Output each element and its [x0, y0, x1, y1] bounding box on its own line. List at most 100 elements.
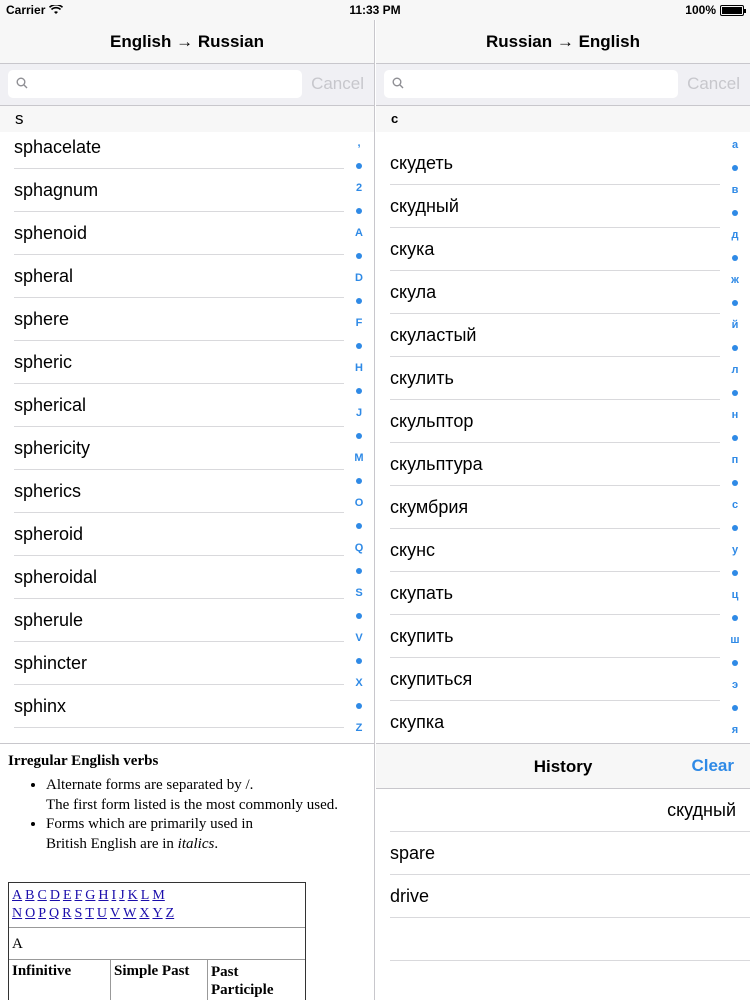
right-index-dot[interactable]	[720, 517, 750, 540]
right-index-letter[interactable]: я	[720, 719, 750, 742]
russian-word-row[interactable]: скупить	[376, 615, 750, 658]
russian-word-row[interactable]: скумбрия	[376, 486, 750, 529]
left-index-letter[interactable]: ,	[344, 132, 374, 155]
left-index-dot[interactable]	[344, 695, 374, 718]
left-section-index[interactable]: , 2 ADFHJMOQSVXZ	[344, 132, 374, 740]
letter-link[interactable]: I	[112, 888, 117, 903]
russian-word-row[interactable]: скульптура	[376, 443, 750, 486]
letter-link[interactable]: U	[97, 906, 107, 921]
left-index-dot[interactable]	[344, 650, 374, 673]
history-item[interactable]: скудный	[376, 789, 750, 832]
letter-link[interactable]: T	[85, 906, 94, 921]
right-index-dot[interactable]	[720, 472, 750, 495]
english-word-row[interactable]: spherics	[0, 470, 374, 513]
left-index-dot[interactable]	[344, 470, 374, 493]
right-index-letter[interactable]: у	[720, 539, 750, 562]
right-index-letter[interactable]: ш	[720, 629, 750, 652]
left-index-letter[interactable]: X	[344, 672, 374, 695]
letter-link[interactable]: F	[75, 888, 83, 903]
english-word-row[interactable]: spheroid	[0, 513, 374, 556]
russian-word-row[interactable]: скульптор	[376, 400, 750, 443]
english-word-row[interactable]: sphere	[0, 298, 374, 341]
left-index-letter[interactable]: M	[344, 447, 374, 470]
left-cancel-button[interactable]: Cancel	[311, 74, 364, 94]
english-word-row[interactable]: spherule	[0, 599, 374, 642]
russian-word-row[interactable]: скупка	[376, 701, 750, 743]
letter-link[interactable]: A	[12, 888, 22, 903]
letter-link[interactable]: J	[119, 888, 124, 903]
history-item[interactable]	[376, 918, 750, 961]
history-item[interactable]: drive	[376, 875, 750, 918]
left-index-letter[interactable]: F	[344, 312, 374, 335]
left-index-letter[interactable]: 2	[344, 177, 374, 200]
right-index-dot[interactable]	[720, 562, 750, 585]
left-index-dot[interactable]	[344, 245, 374, 268]
left-index-letter[interactable]: O	[344, 492, 374, 515]
russian-word-row[interactable]: скудный	[376, 185, 750, 228]
english-word-row[interactable]: sphinx	[0, 685, 374, 728]
letter-link[interactable]: P	[38, 906, 46, 921]
left-index-dot[interactable]	[344, 380, 374, 403]
right-index-letter[interactable]: н	[720, 404, 750, 427]
right-index-dot[interactable]	[720, 202, 750, 225]
right-index-dot[interactable]	[720, 292, 750, 315]
left-index-letter[interactable]: Z	[344, 717, 374, 740]
russian-word-row[interactable]: скука	[376, 228, 750, 271]
right-search-field[interactable]	[384, 70, 678, 98]
russian-word-row[interactable]: скудеть	[376, 142, 750, 185]
letter-link[interactable]: B	[25, 888, 34, 903]
letter-link[interactable]: L	[141, 888, 150, 903]
right-index-letter[interactable]: э	[720, 674, 750, 697]
russian-word-row[interactable]: скула	[376, 271, 750, 314]
left-search-input[interactable]	[34, 74, 294, 94]
russian-word-row[interactable]: скулить	[376, 357, 750, 400]
letter-link[interactable]: Z	[166, 906, 175, 921]
right-index-letter[interactable]: ц	[720, 584, 750, 607]
left-search-field[interactable]	[8, 70, 302, 98]
right-index-dot[interactable]	[720, 427, 750, 450]
left-index-dot[interactable]	[344, 335, 374, 358]
letter-link[interactable]: O	[25, 906, 35, 921]
right-index-dot[interactable]	[720, 382, 750, 405]
right-section-index[interactable]: авджйлнпсуцшэя	[720, 134, 750, 742]
history-item[interactable]: spare	[376, 832, 750, 875]
right-index-letter[interactable]: в	[720, 179, 750, 202]
right-index-letter[interactable]: й	[720, 314, 750, 337]
letter-link[interactable]: G	[85, 888, 95, 903]
letter-link[interactable]: X	[139, 906, 149, 921]
english-word-row[interactable]: sphenoid	[0, 212, 374, 255]
letter-link[interactable]: W	[123, 906, 136, 921]
english-word-row[interactable]: spherical	[0, 384, 374, 427]
right-index-letter[interactable]: д	[720, 224, 750, 247]
left-index-letter[interactable]: Q	[344, 537, 374, 560]
left-index-letter[interactable]: S	[344, 582, 374, 605]
right-index-letter[interactable]: л	[720, 359, 750, 382]
letter-link[interactable]: K	[128, 888, 138, 903]
right-index-letter[interactable]: с	[720, 494, 750, 517]
english-word-row[interactable]: sphericity	[0, 427, 374, 470]
left-index-dot[interactable]	[344, 290, 374, 313]
right-index-dot[interactable]	[720, 652, 750, 675]
russian-word-row[interactable]: скупать	[376, 572, 750, 615]
left-index-dot[interactable]	[344, 155, 374, 178]
left-index-letter[interactable]: J	[344, 402, 374, 425]
left-index-dot[interactable]	[344, 515, 374, 538]
letter-link[interactable]: C	[37, 888, 46, 903]
right-index-letter[interactable]: а	[720, 134, 750, 157]
left-index-letter[interactable]: A	[344, 222, 374, 245]
left-index-letter[interactable]: V	[344, 627, 374, 650]
english-word-row[interactable]: spheroidal	[0, 556, 374, 599]
left-index-dot[interactable]	[344, 605, 374, 628]
letter-link[interactable]: R	[62, 906, 71, 921]
english-word-row[interactable]: sphagnum	[0, 169, 374, 212]
right-index-dot[interactable]	[720, 157, 750, 180]
letter-link[interactable]: S	[75, 906, 83, 921]
russian-word-row[interactable]: скуластый	[376, 314, 750, 357]
letter-link[interactable]: E	[63, 888, 72, 903]
left-index-dot[interactable]	[344, 200, 374, 223]
english-word-row[interactable]: sphacelate	[0, 126, 374, 169]
right-search-input[interactable]	[410, 74, 670, 94]
right-cancel-button[interactable]: Cancel	[687, 74, 740, 94]
english-word-row[interactable]: spheric	[0, 341, 374, 384]
left-index-letter[interactable]: D	[344, 267, 374, 290]
